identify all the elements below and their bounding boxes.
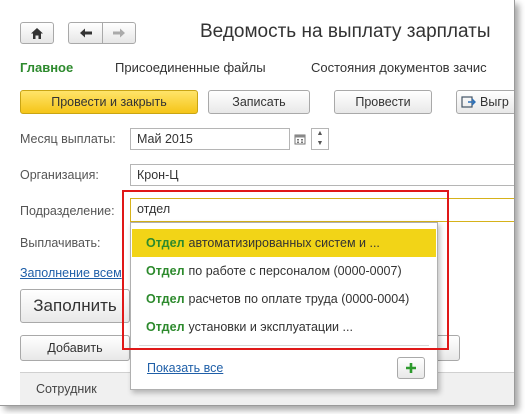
dropdown-item-match: Отдел bbox=[146, 292, 185, 306]
arrow-left-icon bbox=[79, 28, 92, 38]
add-button[interactable]: Добавить bbox=[20, 335, 130, 361]
post-and-close-button[interactable]: Провести и закрыть bbox=[20, 90, 198, 114]
show-all-link[interactable]: Показать все bbox=[147, 361, 223, 375]
dropdown-item[interactable]: Отдел автоматизированных систем и ... bbox=[132, 229, 436, 257]
calendar-icon bbox=[294, 134, 306, 145]
stepper-down-icon[interactable]: ▼ bbox=[312, 139, 328, 149]
back-button[interactable] bbox=[68, 22, 102, 44]
export-icon bbox=[461, 96, 476, 108]
month-field[interactable]: Май 2015 bbox=[130, 128, 290, 150]
dropdown-divider bbox=[139, 345, 429, 346]
column-employee[interactable]: Сотрудник bbox=[36, 382, 97, 396]
department-field[interactable]: отдел bbox=[130, 198, 514, 222]
dropdown-item-text: по работе с персоналом (0000-0007) bbox=[188, 264, 402, 278]
dropdown-item[interactable]: Отдел установки и эксплуатации ... bbox=[132, 313, 436, 341]
month-label: Месяц выплаты: bbox=[20, 132, 116, 146]
arrow-right-icon bbox=[113, 28, 125, 38]
dropdown-item[interactable]: Отдел по работе с персоналом (0000-0007) bbox=[132, 257, 436, 285]
dropdown-item-match: Отдел bbox=[146, 264, 185, 278]
forward-button[interactable] bbox=[102, 22, 136, 44]
home-icon bbox=[31, 27, 43, 39]
plus-icon bbox=[406, 363, 416, 373]
save-button[interactable]: Записать bbox=[208, 90, 310, 114]
organization-label: Организация: bbox=[20, 168, 99, 182]
dropdown-item-match: Отдел bbox=[146, 236, 185, 250]
tab-attached-files[interactable]: Присоединенные файлы bbox=[115, 60, 266, 75]
month-stepper[interactable]: ▲ ▼ bbox=[311, 128, 329, 150]
document-window: Ведомость на выплату зарплаты Главное Пр… bbox=[0, 0, 515, 406]
tab-main[interactable]: Главное bbox=[20, 60, 73, 75]
unload-button[interactable]: Выгр bbox=[456, 90, 514, 114]
stepper-up-icon[interactable]: ▲ bbox=[312, 129, 328, 139]
dropdown-item-text: расчетов по оплате труда (0000-0004) bbox=[188, 292, 410, 306]
dropdown-item[interactable]: Отдел расчетов по оплате труда (0000-0004… bbox=[132, 285, 436, 313]
dropdown-item-text: автоматизированных систем и ... bbox=[188, 236, 380, 250]
unload-label: Выгр bbox=[480, 95, 509, 109]
window-title: Ведомость на выплату зарплаты bbox=[200, 21, 491, 42]
tab-document-states[interactable]: Состояния документов зачис bbox=[311, 60, 487, 75]
dropdown-item-text: установки и эксплуатации ... bbox=[188, 320, 353, 334]
pay-label: Выплачивать: bbox=[20, 236, 101, 250]
post-button[interactable]: Провести bbox=[334, 90, 432, 114]
create-new-button[interactable] bbox=[397, 357, 425, 379]
fill-all-link[interactable]: Заполнение всем bbox=[20, 266, 122, 280]
organization-field[interactable]: Крон-Ц bbox=[130, 164, 514, 186]
department-label: Подразделение: bbox=[20, 204, 115, 218]
home-button[interactable] bbox=[20, 22, 54, 44]
fill-button[interactable]: Заполнить bbox=[20, 289, 130, 323]
department-dropdown: Отдел автоматизированных систем и ... Отд… bbox=[130, 222, 438, 390]
dropdown-item-match: Отдел bbox=[146, 320, 185, 334]
calendar-button[interactable] bbox=[290, 128, 310, 150]
